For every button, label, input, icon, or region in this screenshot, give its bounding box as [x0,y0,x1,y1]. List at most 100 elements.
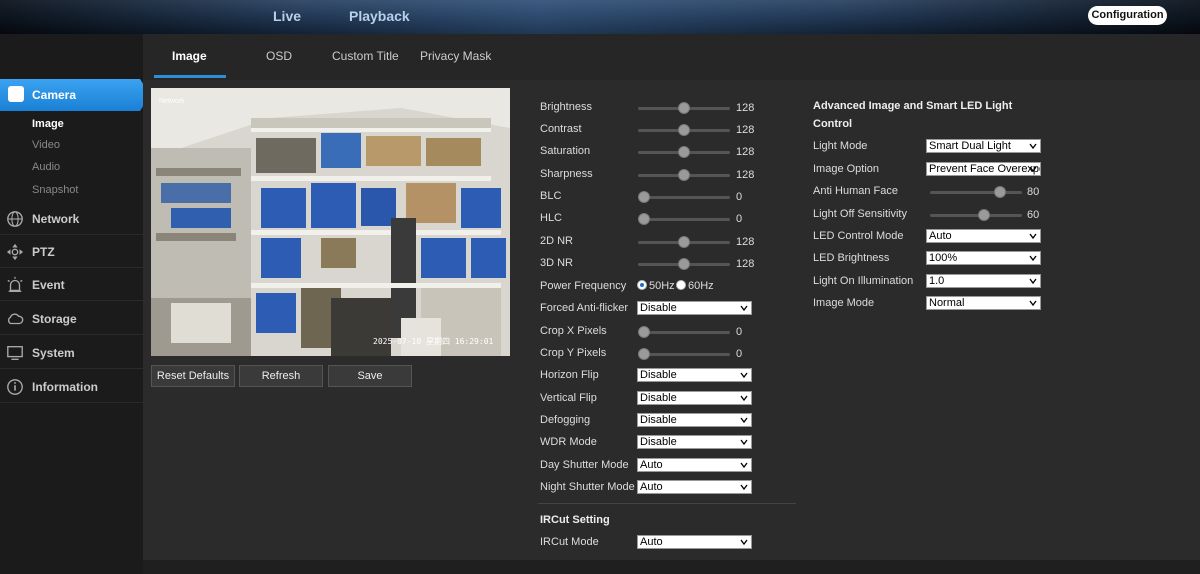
horizon-flip-label: Horizon Flip [540,369,599,381]
blc-slider[interactable] [638,191,730,203]
light-mode-select[interactable]: Smart Dual Light [926,139,1041,153]
ircut-mode-value: Auto [640,536,663,548]
light-on-illumination-label: Light On Illumination [813,275,914,287]
camera-preview[interactable]: Network 2025-07-10 星期四 16:29:01 [151,88,510,356]
wdr-mode-label: WDR Mode [540,436,597,448]
anti-human-face-label: Anti Human Face [813,185,898,197]
reset-defaults-button[interactable]: Reset Defaults [151,365,235,387]
nr3d-slider[interactable] [638,258,730,270]
slider-thumb[interactable] [678,169,690,181]
sidebar-item-label: Camera [32,88,77,102]
sidebar-sub-audio[interactable]: Audio [32,161,60,173]
vertical-flip-label: Vertical Flip [540,392,597,404]
hlc-slider[interactable] [638,213,730,225]
horizon-flip-value: Disable [640,369,677,381]
image-option-select[interactable]: Prevent Face Overexposure [926,162,1041,176]
slider-track [638,218,730,221]
night-shutter-select[interactable]: Auto [637,480,752,494]
sidebar-item-label: Information [32,380,98,394]
anti-flicker-select[interactable]: Disable [637,301,752,315]
chevron-down-icon [740,484,748,491]
led-brightness-select[interactable]: 100% [926,251,1041,265]
slider-thumb[interactable] [978,209,990,221]
brightness-label: Brightness [540,101,592,113]
sharpness-value: 128 [736,169,755,181]
light-on-illumination-select[interactable]: 1.0 [926,274,1041,288]
slider-thumb[interactable] [638,326,650,338]
power-frequency-60hz[interactable]: 60Hz [676,280,714,292]
sidebar-item-network[interactable]: Network [0,202,143,235]
hlc-label: HLC [540,212,563,224]
sidebar-sub-snapshot[interactable]: Snapshot [32,184,78,196]
slider-thumb[interactable] [678,124,690,136]
slider-thumb[interactable] [678,146,690,158]
anti-flicker-value: Disable [640,302,677,314]
anti-flicker-label: Forced Anti-flicker [540,302,629,314]
save-button[interactable]: Save [328,365,412,387]
slider-thumb[interactable] [638,213,650,225]
light-off-sensitivity-slider[interactable] [930,209,1022,221]
tab-image[interactable]: Image [172,49,207,63]
nr3d-label: 3D NR [540,257,574,269]
camera-icon [8,86,24,102]
image-mode-select[interactable]: Normal [926,296,1041,310]
contrast-value: 128 [736,124,755,136]
monitor-icon [7,346,23,360]
light-mode-value: Smart Dual Light [929,140,1011,152]
anti-human-face-slider[interactable] [930,186,1022,198]
sidebar-item-storage[interactable]: Storage [0,302,143,335]
sidebar-item-event[interactable]: Event [0,268,143,301]
slider-thumb[interactable] [638,348,650,360]
tab-privacy-mask[interactable]: Privacy Mask [420,49,491,63]
crop-x-slider[interactable] [638,326,730,338]
slider-thumb[interactable] [678,236,690,248]
led-control-mode-select[interactable]: Auto [926,229,1041,243]
nr2d-slider[interactable] [638,236,730,248]
preview-osd-label: Network [159,98,185,105]
bottom-strip [143,560,1200,574]
day-shutter-select[interactable]: Auto [637,458,752,472]
refresh-button[interactable]: Refresh [239,365,323,387]
vertical-flip-select[interactable]: Disable [637,391,752,405]
ircut-section-title: IRCut Setting [540,514,610,526]
slider-track [930,191,1022,194]
slider-track [638,353,730,356]
sidebar-sub-video[interactable]: Video [32,139,60,151]
chevron-down-icon [740,439,748,446]
sidebar-sub-image[interactable]: Image [32,118,64,130]
defogging-select[interactable]: Disable [637,413,752,427]
wdr-mode-value: Disable [640,436,677,448]
slider-thumb[interactable] [678,258,690,270]
radio-50hz[interactable] [637,280,647,290]
sidebar-item-information[interactable]: Information [0,370,143,403]
ircut-mode-select[interactable]: Auto [637,535,752,549]
crop-x-value: 0 [736,326,743,338]
brightness-slider[interactable] [638,102,730,114]
configuration-button[interactable]: Configuration [1088,6,1167,25]
saturation-slider[interactable] [638,146,730,158]
power-frequency-50hz[interactable]: 50Hz [637,280,675,292]
led-control-mode-value: Auto [929,230,952,242]
sharpness-slider[interactable] [638,169,730,181]
tab-osd[interactable]: OSD [266,49,292,63]
horizon-flip-select[interactable]: Disable [637,368,752,382]
slider-thumb[interactable] [638,191,650,203]
radio-60hz[interactable] [676,280,686,290]
nav-live[interactable]: Live [273,8,301,24]
preview-timestamp: 2025-07-10 星期四 16:29:01 [373,337,494,346]
cloud-icon [8,313,24,325]
slider-thumb[interactable] [994,186,1006,198]
nav-playback[interactable]: Playback [349,8,410,24]
sidebar-item-system[interactable]: System [0,336,143,369]
chevron-down-icon [1029,166,1037,173]
crop-y-slider[interactable] [638,348,730,360]
sidebar-item-camera[interactable]: Camera [0,79,150,111]
wdr-mode-select[interactable]: Disable [637,435,752,449]
contrast-slider[interactable] [638,124,730,136]
image-option-label: Image Option [813,163,880,175]
slider-thumb[interactable] [678,102,690,114]
led-brightness-value: 100% [929,252,958,264]
tab-custom-title[interactable]: Custom Title [332,49,399,63]
radio-60hz-label: 60Hz [688,280,714,292]
sidebar-item-ptz[interactable]: PTZ [0,235,143,268]
